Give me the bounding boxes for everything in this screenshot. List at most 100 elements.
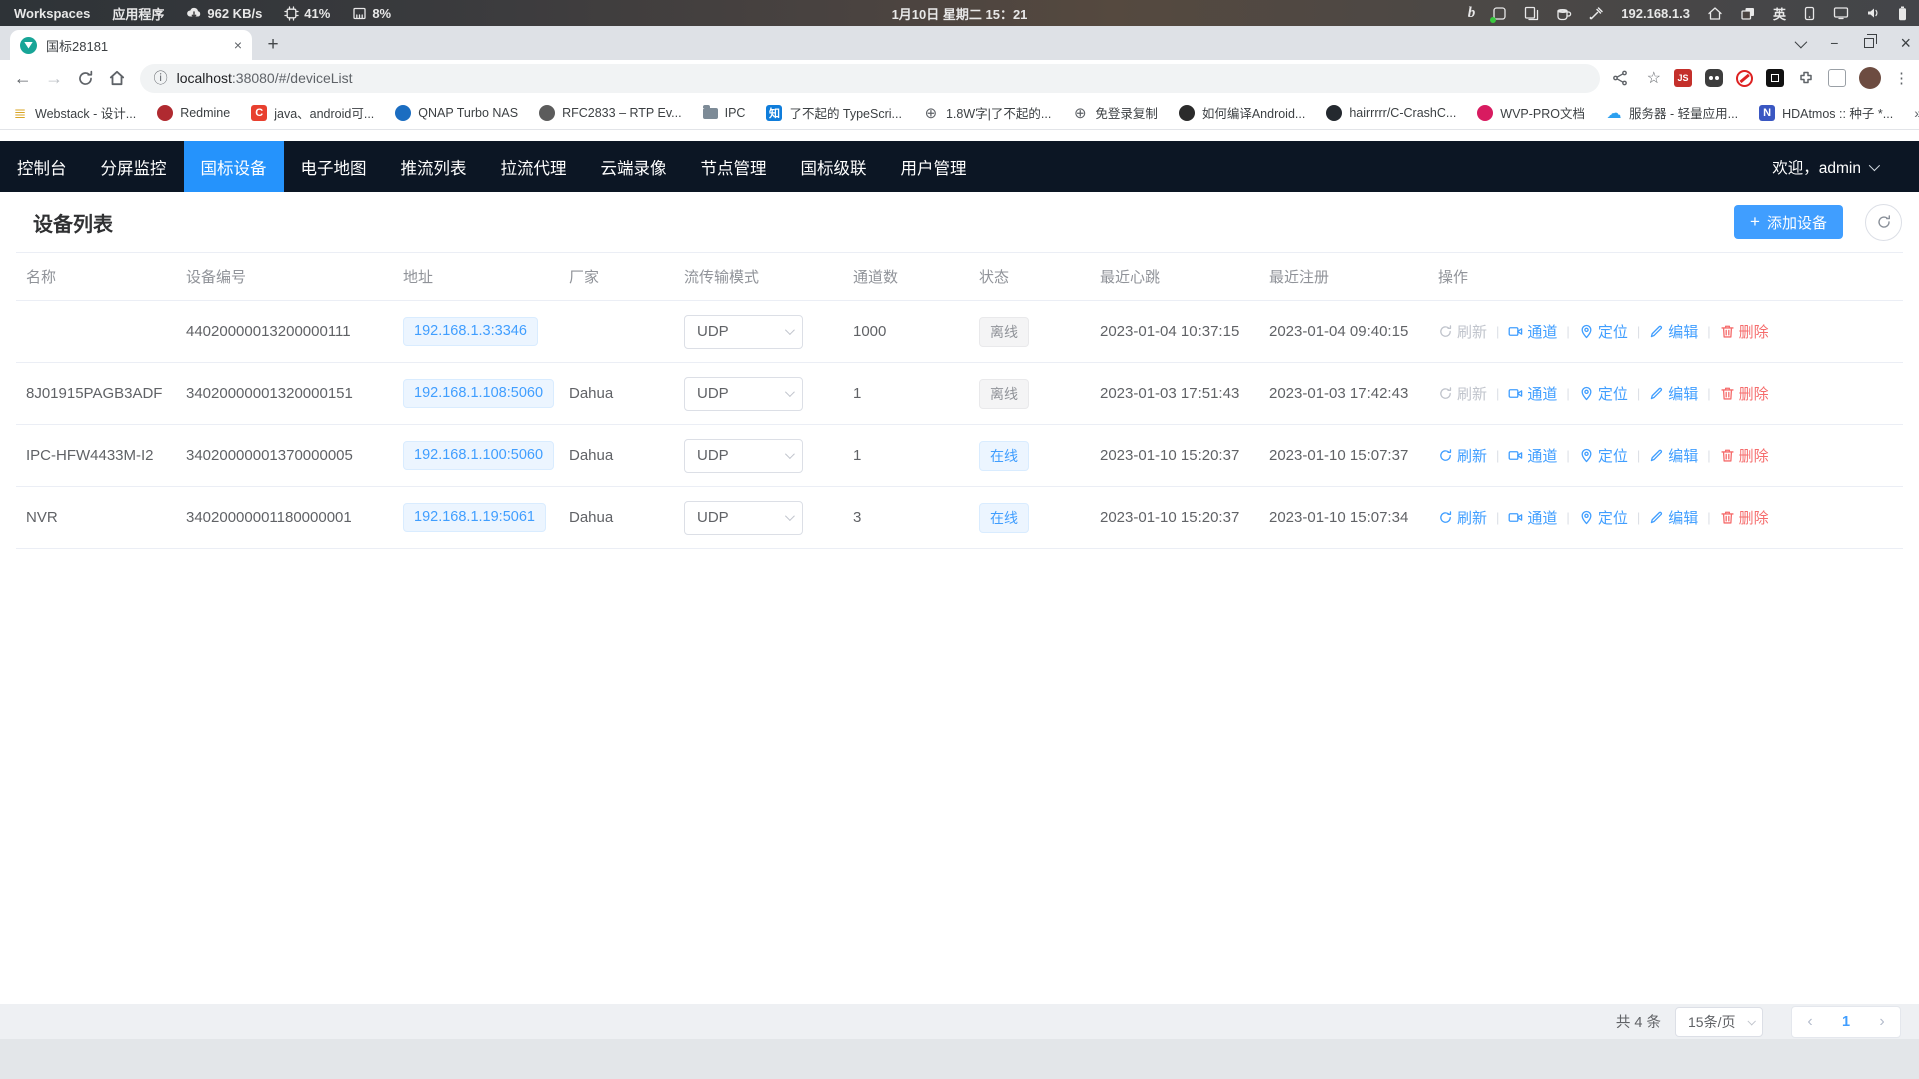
row-refresh-action[interactable]: 刷新	[1438, 445, 1487, 466]
tab-close-icon[interactable]: ×	[234, 38, 242, 52]
screenshot-tray-icon[interactable]	[1492, 6, 1507, 21]
battery-icon[interactable]	[1898, 6, 1907, 21]
row-locate-action[interactable]: 定位	[1579, 383, 1628, 404]
page-title: 设备列表	[33, 208, 113, 237]
cell-registered: 2023-01-10 15:07:34	[1259, 487, 1428, 549]
bookmarks-overflow-chevron[interactable]: »	[1914, 105, 1919, 121]
address-bar[interactable]: ⓘ localhost:38080/#/deviceList	[140, 64, 1600, 93]
stream-mode-select[interactable]: UDP	[684, 439, 803, 473]
input-method-indicator[interactable]: 英	[1773, 4, 1786, 23]
bookmark-item[interactable]: ⊕免登录复制	[1072, 103, 1158, 122]
row-edit-action[interactable]: 编辑	[1649, 445, 1698, 466]
share-icon[interactable]	[1606, 64, 1634, 92]
nav-item-8[interactable]: 节点管理	[684, 141, 784, 192]
add-device-button[interactable]: + 添加设备	[1734, 205, 1843, 239]
page-number-1[interactable]: 1	[1828, 1014, 1864, 1030]
bookmark-item[interactable]: Cjava、android可...	[251, 103, 374, 122]
row-edit-action[interactable]: 编辑	[1649, 383, 1698, 404]
browser-menu-icon[interactable]: ⋮	[1894, 69, 1909, 87]
row-edit-action[interactable]: 编辑	[1649, 321, 1698, 342]
nav-item-10[interactable]: 用户管理	[884, 141, 984, 192]
home-tray-icon[interactable]	[1707, 6, 1723, 21]
reload-button[interactable]	[73, 64, 98, 92]
next-page-button[interactable]: ›	[1864, 1013, 1900, 1031]
bookmark-item[interactable]: ⊕1.8W字|了不起的...	[923, 103, 1051, 122]
row-refresh-action[interactable]: 刷新	[1438, 383, 1487, 404]
nav-item-4[interactable]: 电子地图	[284, 141, 384, 192]
row-delete-action[interactable]: 删除	[1720, 445, 1769, 466]
bookmark-item[interactable]: 如何编译Android...	[1179, 103, 1306, 122]
row-channels-action[interactable]: 通道	[1508, 445, 1557, 466]
bookmark-item[interactable]: ☁服务器 - 轻量应用...	[1606, 103, 1738, 122]
row-delete-action[interactable]: 删除	[1720, 507, 1769, 528]
color-picker-tray-icon[interactable]	[1589, 6, 1604, 21]
extension-js-icon[interactable]: JS	[1674, 69, 1692, 87]
row-channels-action[interactable]: 通道	[1508, 321, 1557, 342]
close-button[interactable]: ×	[1900, 33, 1911, 54]
applications-menu[interactable]: 应用程序	[112, 4, 164, 23]
display-tray-icon[interactable]	[1833, 6, 1849, 20]
nav-item-6[interactable]: 拉流代理	[484, 141, 584, 192]
row-locate-action[interactable]: 定位	[1579, 321, 1628, 342]
row-delete-action[interactable]: 删除	[1720, 321, 1769, 342]
bookmark-item[interactable]: hairrrrr/C-CrashC...	[1326, 105, 1456, 121]
home-button[interactable]	[104, 64, 129, 92]
row-edit-action[interactable]: 编辑	[1649, 507, 1698, 528]
page-size-select[interactable]: 15条/页	[1675, 1007, 1763, 1037]
row-locate-action[interactable]: 定位	[1579, 507, 1628, 528]
restore-button[interactable]	[1864, 38, 1874, 48]
bookmark-item[interactable]: ≣Webstack - 设计...	[12, 103, 136, 122]
minimize-button[interactable]: −	[1830, 35, 1838, 51]
bookmark-item[interactable]: WVP-PRO文档	[1477, 103, 1585, 122]
bookmark-star-icon[interactable]: ☆	[1647, 68, 1661, 88]
extension-other-icon[interactable]	[1828, 69, 1846, 87]
prev-page-button[interactable]: ‹	[1792, 1013, 1828, 1031]
extension-screenshot-icon[interactable]	[1766, 69, 1784, 87]
tab-search-chevron-icon[interactable]	[1795, 39, 1804, 48]
user-menu[interactable]: 欢迎，admin	[1772, 141, 1919, 192]
bookmark-item[interactable]: NHDAtmos :: 种子 *...	[1759, 103, 1893, 122]
extension-darkreader-icon[interactable]	[1705, 69, 1723, 87]
phone-link-icon[interactable]	[1803, 6, 1816, 21]
bing-tray-icon[interactable]: b	[1468, 5, 1476, 22]
nav-item-9[interactable]: 国标级联	[784, 141, 884, 192]
bookmark-item[interactable]: 知了不起的 TypeScri...	[766, 103, 902, 122]
row-refresh-action[interactable]: 刷新	[1438, 321, 1487, 342]
nav-item-1[interactable]: 控制台	[0, 141, 84, 192]
extension-adblock-icon[interactable]	[1736, 70, 1753, 87]
profile-avatar[interactable]	[1859, 67, 1881, 89]
workspaces-button[interactable]: Workspaces	[14, 6, 90, 21]
volume-icon[interactable]	[1866, 6, 1881, 20]
refresh-list-button[interactable]	[1865, 204, 1902, 241]
forward-button[interactable]: →	[41, 64, 66, 92]
nav-item-7[interactable]: 云端录像	[584, 141, 684, 192]
clock[interactable]: 1月10日 星期二 15：21	[892, 4, 1028, 23]
nav-item-2[interactable]: 分屏监控	[84, 141, 184, 192]
row-channels-action[interactable]: 通道	[1508, 383, 1557, 404]
site-info-icon[interactable]: ⓘ	[154, 68, 168, 88]
bookmark-label: 了不起的 TypeScri...	[789, 103, 902, 122]
col-stream-mode: 流传输模式	[674, 253, 843, 301]
extensions-puzzle-icon[interactable]	[1797, 69, 1815, 87]
browser-tab[interactable]: 国标28181 ×	[10, 30, 252, 60]
ip-address-indicator[interactable]: 192.168.1.3	[1621, 6, 1690, 21]
clipboard-tray-icon[interactable]	[1524, 6, 1539, 21]
stream-mode-select[interactable]: UDP	[684, 315, 803, 349]
bookmark-item[interactable]: RFC2833 – RTP Ev...	[539, 105, 682, 121]
cell-name	[16, 301, 176, 363]
nav-item-3[interactable]: 国标设备	[184, 141, 284, 192]
bookmark-item[interactable]: Redmine	[157, 105, 230, 121]
new-tab-button[interactable]: +	[260, 32, 286, 58]
stream-mode-select[interactable]: UDP	[684, 377, 803, 411]
nav-item-5[interactable]: 推流列表	[384, 141, 484, 192]
bookmark-item[interactable]: IPC	[703, 106, 746, 120]
caffeine-tray-icon[interactable]	[1556, 6, 1572, 21]
back-button[interactable]: ←	[10, 64, 35, 92]
row-channels-action[interactable]: 通道	[1508, 507, 1557, 528]
row-refresh-action[interactable]: 刷新	[1438, 507, 1487, 528]
row-delete-action[interactable]: 删除	[1720, 383, 1769, 404]
stream-mode-select[interactable]: UDP	[684, 501, 803, 535]
row-locate-action[interactable]: 定位	[1579, 445, 1628, 466]
window-switcher-icon[interactable]	[1740, 6, 1756, 21]
bookmark-item[interactable]: QNAP Turbo NAS	[395, 105, 518, 121]
